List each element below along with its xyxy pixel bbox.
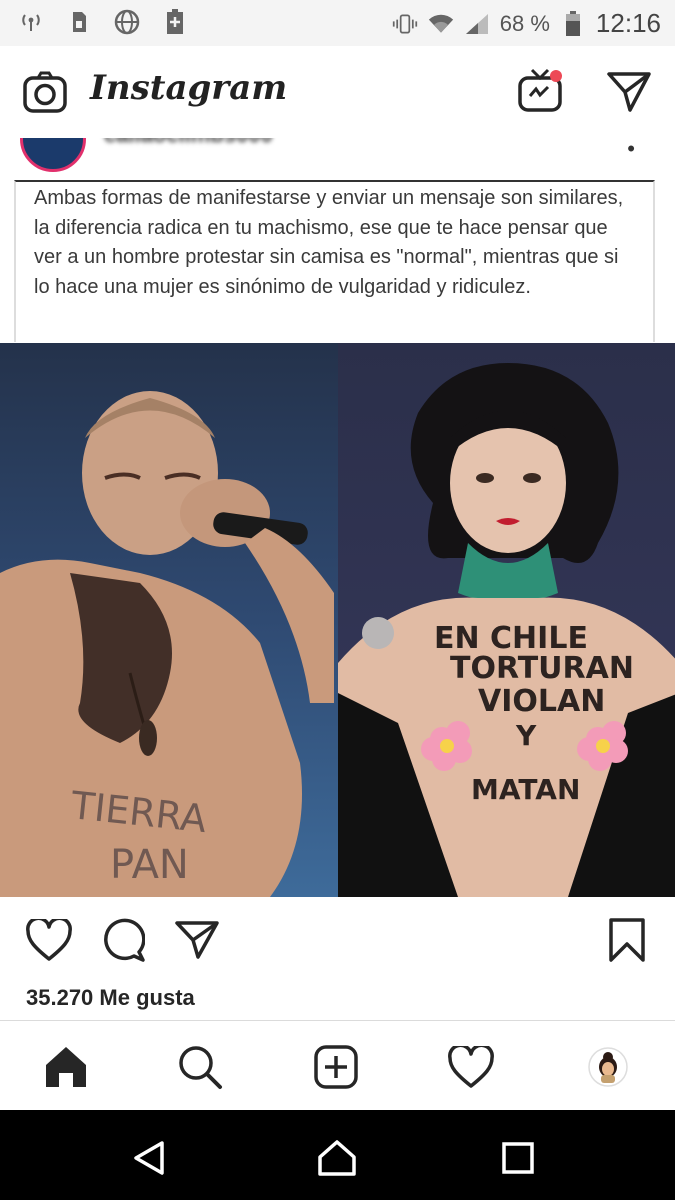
post-image-caption-text: Ambas formas de manifestarse y enviar un…: [34, 187, 624, 298]
status-left-icons: [18, 8, 188, 36]
like-count[interactable]: 35.270 Me gusta: [26, 985, 195, 1011]
post-image-caption-card: Ambas formas de manifestarse y enviar un…: [14, 180, 655, 342]
search-icon[interactable]: [176, 1043, 224, 1091]
wifi-icon: [428, 10, 454, 38]
home-icon[interactable]: [42, 1043, 90, 1091]
post-author-avatar[interactable]: [20, 138, 86, 172]
signal-icon: [464, 10, 490, 38]
comment-icon[interactable]: [100, 917, 146, 963]
singer-illustration: TIERRA PAN: [0, 391, 334, 897]
svg-text:PAN: PAN: [110, 842, 189, 888]
android-nav-bar: [0, 1110, 675, 1200]
heart-icon[interactable]: [26, 917, 72, 963]
svg-text:MATAN: MATAN: [471, 773, 580, 806]
share-icon[interactable]: [174, 917, 220, 963]
svg-text:VIOLAN: VIOLAN: [478, 684, 605, 719]
camera-icon[interactable]: [22, 70, 68, 116]
photo-right-activist: EN CHILE TORTURAN VIOLAN Y MATAN: [337, 343, 675, 897]
sim-icon: [66, 8, 92, 36]
battery-percent: 68 %: [499, 10, 550, 36]
activist-illustration: EN CHILE TORTURAN VIOLAN Y MATAN: [337, 363, 675, 897]
post-actions: [0, 897, 675, 977]
photo-left-singer: TIERRA PAN: [0, 343, 338, 897]
bottom-nav: [0, 1020, 675, 1111]
app-header: Instagram: [0, 46, 675, 139]
app-logo: Instagram: [90, 68, 288, 108]
battery-saver-icon: [162, 8, 188, 36]
wifi-hotspot-icon: [18, 8, 44, 36]
battery-icon: [560, 10, 586, 38]
post-username[interactable]: callaoclimbs000: [104, 138, 273, 148]
bookmark-icon[interactable]: [604, 917, 650, 963]
direct-message-icon[interactable]: [606, 68, 652, 114]
igtv-icon[interactable]: [516, 66, 568, 118]
svg-text:TORTURAN: TORTURAN: [450, 651, 634, 686]
globe-icon: [114, 8, 140, 36]
more-options-icon[interactable]: •: [627, 138, 635, 162]
recents-icon[interactable]: [498, 1138, 538, 1178]
post-image[interactable]: TIERRA PAN EN CHILE TORTURAN VIOLAN Y MA…: [0, 343, 675, 897]
back-icon[interactable]: [130, 1138, 170, 1178]
status-bar: 68 % 12:16: [0, 0, 675, 46]
home-circle-icon[interactable]: [317, 1138, 357, 1178]
status-right-icons: 68 % 12:16: [392, 8, 661, 39]
new-post-icon[interactable]: [312, 1043, 360, 1091]
clock: 12:16: [595, 8, 661, 38]
profile-avatar-icon[interactable]: [584, 1043, 632, 1091]
svg-text:Y: Y: [515, 719, 537, 752]
vibrate-icon: [392, 10, 418, 38]
post-header: callaoclimbs000 •: [0, 138, 675, 180]
activity-heart-icon[interactable]: [447, 1043, 495, 1091]
